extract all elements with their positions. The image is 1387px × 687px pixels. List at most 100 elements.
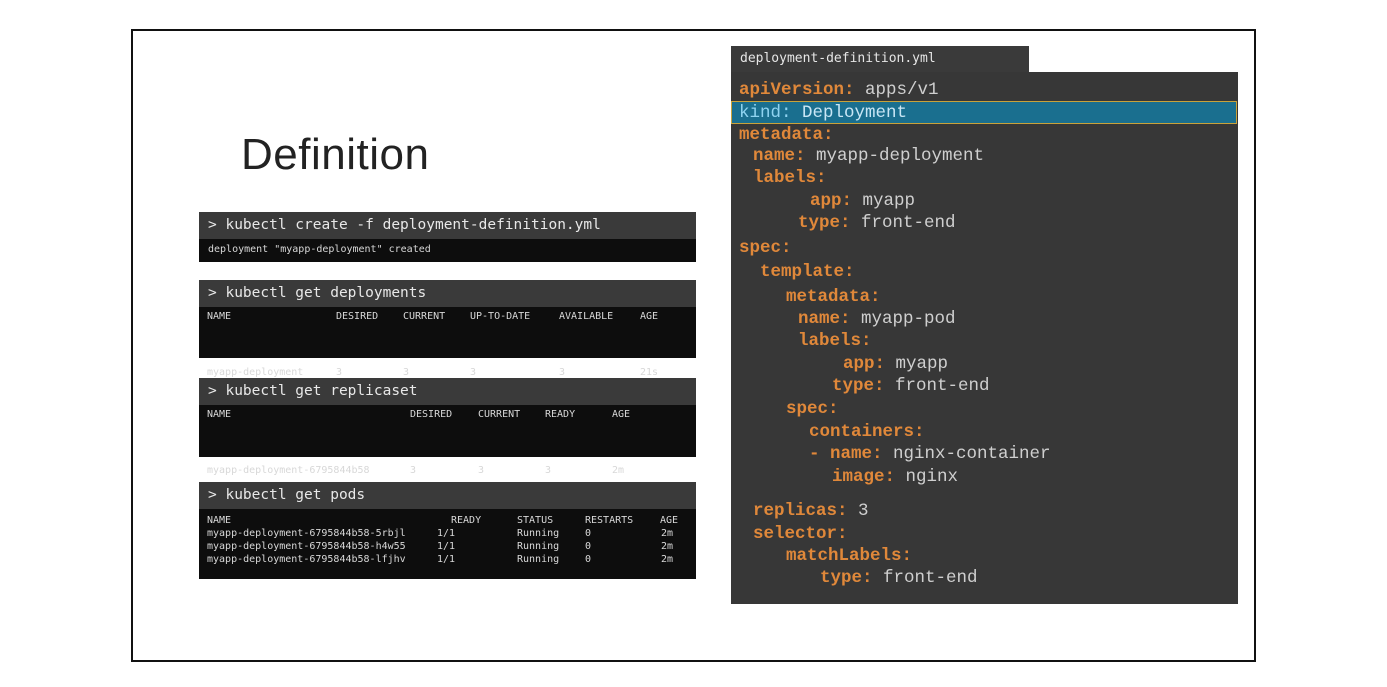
yaml-key: selector:	[753, 524, 848, 544]
yaml-line: metadata:	[739, 124, 834, 146]
terminal-get-deployments: > kubectl get deployments NAME DESIRED C…	[199, 280, 696, 378]
yaml-value: myapp	[852, 191, 916, 211]
yaml-line: name: myapp-deployment	[753, 145, 984, 167]
table-row: myapp-deployment-6795844b58-lfjhv 1/1 Ru…	[199, 553, 696, 566]
table-cell: 1/1	[437, 554, 456, 565]
yaml-line: app: myapp	[810, 190, 915, 212]
terminal-command: > kubectl get pods	[199, 482, 696, 509]
yaml-key: template:	[760, 262, 855, 282]
yaml-value: 3	[847, 501, 869, 521]
table-row: myapp-deployment-6795844b58 3 3 3 2m	[199, 464, 696, 477]
table-cell: Running	[517, 528, 560, 539]
table-row: myapp-deployment-6795844b58-5rbjl 1/1 Ru…	[199, 527, 696, 540]
yaml-line: selector:	[753, 523, 848, 545]
column-header: RESTARTS	[585, 515, 634, 526]
yaml-line: - name: nginx-container	[809, 443, 1051, 465]
column-header: AVAILABLE	[559, 311, 614, 322]
table-cell: 3	[410, 465, 417, 476]
yaml-key: matchLabels:	[786, 546, 913, 566]
table-row: myapp-deployment-6795844b58-h4w55 1/1 Ru…	[199, 540, 696, 553]
column-header: DESIRED	[336, 311, 379, 322]
column-header: NAME	[207, 409, 232, 420]
yaml-value: nginx-container	[882, 444, 1051, 464]
yaml-editor: apiVersion: apps/v1 kind: Deployment met…	[731, 72, 1238, 604]
yaml-line: spec:	[739, 237, 792, 259]
yaml-key: name:	[798, 309, 851, 329]
column-header: NAME	[207, 515, 232, 526]
yaml-key: labels:	[798, 331, 872, 351]
table-cell: myapp-deployment-6795844b58	[207, 465, 370, 476]
column-header: NAME	[207, 311, 232, 322]
table-cell: Running	[517, 541, 560, 552]
yaml-key: kind:	[739, 103, 792, 123]
yaml-line: labels:	[798, 330, 872, 352]
table-cell: myapp-deployment-6795844b58-lfjhv	[207, 554, 406, 565]
terminal-command: > kubectl create -f deployment-definitio…	[199, 212, 696, 239]
column-header: UP-TO-DATE	[470, 311, 531, 322]
yaml-key: apiVersion:	[739, 80, 855, 100]
yaml-key: type:	[832, 376, 885, 396]
yaml-key: app:	[843, 354, 886, 374]
yaml-line: image: nginx	[832, 466, 958, 488]
table-header-row: NAME READY STATUS RESTARTS AGE	[199, 514, 696, 527]
yaml-key: replicas:	[753, 501, 848, 521]
yaml-value: front-end	[884, 376, 990, 396]
yaml-key: spec:	[786, 399, 839, 419]
yaml-key: labels:	[753, 168, 827, 188]
yaml-line-kind: kind: Deployment	[739, 102, 907, 124]
yaml-line: containers:	[809, 421, 925, 443]
column-header: CURRENT	[478, 409, 521, 420]
yaml-key: name:	[753, 146, 806, 166]
yaml-value: myapp	[885, 354, 949, 374]
terminal-command: > kubectl get deployments	[199, 280, 696, 307]
terminal-output: deployment "myapp-deployment" created	[199, 239, 696, 262]
yaml-line: type: front-end	[820, 567, 978, 589]
slide-title: Definition	[241, 130, 430, 179]
table-cell: 1/1	[437, 528, 456, 539]
column-header: READY	[451, 515, 482, 526]
yaml-line: matchLabels:	[786, 545, 912, 567]
column-header: CURRENT	[403, 311, 446, 322]
yaml-file-tab[interactable]: deployment-definition.yml	[731, 46, 1029, 72]
yaml-line: app: myapp	[843, 353, 948, 375]
yaml-key: containers:	[809, 422, 925, 442]
yaml-line: labels:	[753, 167, 827, 189]
table-cell: 3	[545, 465, 552, 476]
column-header: DESIRED	[410, 409, 453, 420]
table-cell: 0	[585, 541, 592, 552]
yaml-key: type:	[798, 213, 851, 233]
terminal-get-pods: > kubectl get pods NAME READY STATUS RES…	[199, 482, 696, 579]
yaml-value: front-end	[872, 568, 978, 588]
column-header: READY	[545, 409, 576, 420]
table-header-row: NAME DESIRED CURRENT READY AGE	[199, 408, 696, 421]
yaml-value: Deployment	[791, 103, 908, 123]
terminal-get-replicaset: > kubectl get replicaset NAME DESIRED CU…	[199, 378, 696, 476]
yaml-key: image:	[832, 467, 896, 487]
table-cell: 3	[478, 465, 485, 476]
yaml-key: metadata:	[786, 287, 881, 307]
yaml-line: type: front-end	[798, 212, 956, 234]
table-cell: 2m	[661, 554, 674, 565]
yaml-line: name: myapp-pod	[798, 308, 956, 330]
yaml-key: app:	[810, 191, 853, 211]
table-cell: myapp-deployment-6795844b58-h4w55	[207, 541, 406, 552]
yaml-line: replicas: 3	[753, 500, 869, 522]
terminal-command: > kubectl get replicaset	[199, 378, 696, 405]
yaml-key: - name:	[809, 444, 883, 464]
yaml-line: spec:	[786, 398, 839, 420]
terminal-create: > kubectl create -f deployment-definitio…	[199, 212, 696, 262]
yaml-line: type: front-end	[832, 375, 990, 397]
yaml-key: type:	[820, 568, 873, 588]
yaml-line: apiVersion: apps/v1	[739, 79, 939, 101]
table-cell: Running	[517, 554, 560, 565]
yaml-key: metadata:	[739, 125, 834, 145]
yaml-value: myapp-pod	[850, 309, 956, 329]
yaml-value: nginx	[895, 467, 959, 487]
yaml-key: spec:	[739, 238, 792, 258]
table-cell: 2m	[661, 528, 674, 539]
yaml-line: metadata:	[786, 286, 881, 308]
yaml-line: template:	[760, 261, 855, 283]
table-cell: 0	[585, 528, 592, 539]
terminal-output: NAME DESIRED CURRENT UP-TO-DATE AVAILABL…	[199, 307, 696, 378]
yaml-value: apps/v1	[854, 80, 939, 100]
